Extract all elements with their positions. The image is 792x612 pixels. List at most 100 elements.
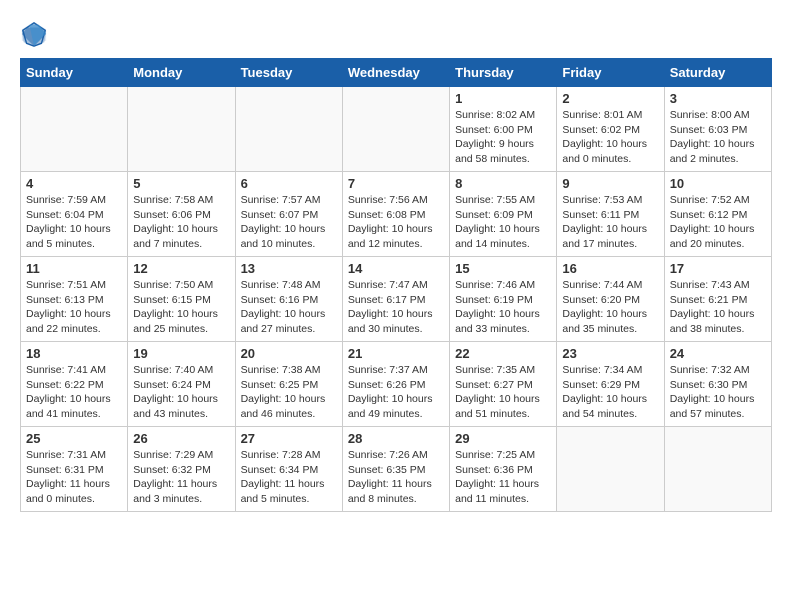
- day-info: Sunrise: 7:59 AM Sunset: 6:04 PM Dayligh…: [26, 193, 122, 252]
- week-row: 4Sunrise: 7:59 AM Sunset: 6:04 PM Daylig…: [21, 172, 772, 257]
- day-number: 12: [133, 261, 229, 276]
- day-number: 17: [670, 261, 766, 276]
- day-of-week-header: Sunday: [21, 59, 128, 87]
- calendar-cell: 4Sunrise: 7:59 AM Sunset: 6:04 PM Daylig…: [21, 172, 128, 257]
- calendar-cell: 20 Sunrise: 7:38 AM Sunset: 6:25 PM Dayli…: [235, 342, 342, 427]
- calendar-cell: 9 Sunrise: 7:53 AM Sunset: 6:11 PM Daylig…: [557, 172, 664, 257]
- calendar-cell: 15 Sunrise: 7:46 AM Sunset: 6:19 PM Dayli…: [450, 257, 557, 342]
- calendar-cell: 6Sunrise: 7:57 AM Sunset: 6:07 PM Daylig…: [235, 172, 342, 257]
- day-info: Sunrise: 7:40 AM Sunset: 6:24 PM Dayligh…: [133, 363, 229, 422]
- calendar-cell: 16 Sunrise: 7:44 AM Sunset: 6:20 PM Dayli…: [557, 257, 664, 342]
- calendar-cell: 14 Sunrise: 7:47 AM Sunset: 6:17 PM Dayli…: [342, 257, 449, 342]
- calendar-cell: 24 Sunrise: 7:32 AM Sunset: 6:30 PM Dayli…: [664, 342, 771, 427]
- day-number: 9: [562, 176, 658, 191]
- calendar-cell: [557, 427, 664, 512]
- week-row: 18 Sunrise: 7:41 AM Sunset: 6:22 PM Dayli…: [21, 342, 772, 427]
- day-number: 11: [26, 261, 122, 276]
- week-row: 11 Sunrise: 7:51 AM Sunset: 6:13 PM Dayli…: [21, 257, 772, 342]
- day-of-week-header: Tuesday: [235, 59, 342, 87]
- day-info: Sunrise: 7:56 AM Sunset: 6:08 PM Dayligh…: [348, 193, 444, 252]
- day-number: 8: [455, 176, 551, 191]
- day-number: 29: [455, 431, 551, 446]
- day-number: 27: [241, 431, 337, 446]
- day-info: Sunrise: 7:25 AM Sunset: 6:36 PM Dayligh…: [455, 448, 551, 507]
- day-number: 15: [455, 261, 551, 276]
- calendar-cell: 13 Sunrise: 7:48 AM Sunset: 6:16 PM Dayli…: [235, 257, 342, 342]
- day-number: 5: [133, 176, 229, 191]
- day-info: Sunrise: 7:55 AM Sunset: 6:09 PM Dayligh…: [455, 193, 551, 252]
- calendar-cell: 10 Sunrise: 7:52 AM Sunset: 6:12 PM Dayli…: [664, 172, 771, 257]
- day-number: 20: [241, 346, 337, 361]
- day-info: Sunrise: 7:44 AM Sunset: 6:20 PM Dayligh…: [562, 278, 658, 337]
- day-info: Sunrise: 7:53 AM Sunset: 6:11 PM Dayligh…: [562, 193, 658, 252]
- calendar-cell: 12 Sunrise: 7:50 AM Sunset: 6:15 PM Dayli…: [128, 257, 235, 342]
- day-info: Sunrise: 7:43 AM Sunset: 6:21 PM Dayligh…: [670, 278, 766, 337]
- day-info: Sunrise: 7:32 AM Sunset: 6:30 PM Dayligh…: [670, 363, 766, 422]
- day-info: Sunrise: 8:02 AM Sunset: 6:00 PM Dayligh…: [455, 108, 551, 167]
- day-info: Sunrise: 7:29 AM Sunset: 6:32 PM Dayligh…: [133, 448, 229, 507]
- calendar-cell: 7 Sunrise: 7:56 AM Sunset: 6:08 PM Daylig…: [342, 172, 449, 257]
- calendar-cell: 26 Sunrise: 7:29 AM Sunset: 6:32 PM Dayli…: [128, 427, 235, 512]
- day-info: Sunrise: 7:41 AM Sunset: 6:22 PM Dayligh…: [26, 363, 122, 422]
- page-header: [20, 20, 772, 48]
- day-number: 3: [670, 91, 766, 106]
- calendar-cell: 17 Sunrise: 7:43 AM Sunset: 6:21 PM Dayli…: [664, 257, 771, 342]
- calendar-cell: 18 Sunrise: 7:41 AM Sunset: 6:22 PM Dayli…: [21, 342, 128, 427]
- calendar-cell: 11 Sunrise: 7:51 AM Sunset: 6:13 PM Dayli…: [21, 257, 128, 342]
- calendar-cell: 5 Sunrise: 7:58 AM Sunset: 6:06 PM Daylig…: [128, 172, 235, 257]
- calendar-cell: 22Sunrise: 7:35 AM Sunset: 6:27 PM Dayli…: [450, 342, 557, 427]
- calendar-cell: 3 Sunrise: 8:00 AM Sunset: 6:03 PM Daylig…: [664, 87, 771, 172]
- day-number: 6: [241, 176, 337, 191]
- day-info: Sunrise: 8:00 AM Sunset: 6:03 PM Dayligh…: [670, 108, 766, 167]
- day-number: 18: [26, 346, 122, 361]
- day-info: Sunrise: 7:26 AM Sunset: 6:35 PM Dayligh…: [348, 448, 444, 507]
- day-number: 13: [241, 261, 337, 276]
- day-of-week-header: Wednesday: [342, 59, 449, 87]
- day-of-week-header: Thursday: [450, 59, 557, 87]
- calendar-cell: [128, 87, 235, 172]
- day-number: 26: [133, 431, 229, 446]
- calendar-cell: 1 Sunrise: 8:02 AM Sunset: 6:00 PM Daylig…: [450, 87, 557, 172]
- day-number: 10: [670, 176, 766, 191]
- day-info: Sunrise: 7:48 AM Sunset: 6:16 PM Dayligh…: [241, 278, 337, 337]
- day-info: Sunrise: 7:34 AM Sunset: 6:29 PM Dayligh…: [562, 363, 658, 422]
- day-number: 19: [133, 346, 229, 361]
- calendar-cell: [342, 87, 449, 172]
- calendar-table: SundayMondayTuesdayWednesdayThursdayFrid…: [20, 58, 772, 512]
- calendar-cell: 28Sunrise: 7:26 AM Sunset: 6:35 PM Dayli…: [342, 427, 449, 512]
- calendar-cell: [235, 87, 342, 172]
- day-number: 25: [26, 431, 122, 446]
- day-number: 14: [348, 261, 444, 276]
- day-info: Sunrise: 7:58 AM Sunset: 6:06 PM Dayligh…: [133, 193, 229, 252]
- week-row: 1 Sunrise: 8:02 AM Sunset: 6:00 PM Daylig…: [21, 87, 772, 172]
- day-info: Sunrise: 7:31 AM Sunset: 6:31 PM Dayligh…: [26, 448, 122, 507]
- calendar-cell: 27 Sunrise: 7:28 AM Sunset: 6:34 PM Dayli…: [235, 427, 342, 512]
- day-info: Sunrise: 7:50 AM Sunset: 6:15 PM Dayligh…: [133, 278, 229, 337]
- day-number: 24: [670, 346, 766, 361]
- day-of-week-header: Friday: [557, 59, 664, 87]
- calendar-cell: 23 Sunrise: 7:34 AM Sunset: 6:29 PM Dayli…: [557, 342, 664, 427]
- day-number: 7: [348, 176, 444, 191]
- calendar-cell: 25 Sunrise: 7:31 AM Sunset: 6:31 PM Dayli…: [21, 427, 128, 512]
- day-of-week-header: Saturday: [664, 59, 771, 87]
- day-info: Sunrise: 7:52 AM Sunset: 6:12 PM Dayligh…: [670, 193, 766, 252]
- day-number: 22: [455, 346, 551, 361]
- week-row: 25 Sunrise: 7:31 AM Sunset: 6:31 PM Dayli…: [21, 427, 772, 512]
- day-number: 2: [562, 91, 658, 106]
- day-number: 23: [562, 346, 658, 361]
- calendar-cell: [21, 87, 128, 172]
- day-number: 21: [348, 346, 444, 361]
- day-number: 16: [562, 261, 658, 276]
- day-number: 1: [455, 91, 551, 106]
- day-of-week-header: Monday: [128, 59, 235, 87]
- day-info: Sunrise: 7:51 AM Sunset: 6:13 PM Dayligh…: [26, 278, 122, 337]
- day-info: Sunrise: 8:01 AM Sunset: 6:02 PM Dayligh…: [562, 108, 658, 167]
- logo-icon: [20, 20, 48, 48]
- day-info: Sunrise: 7:28 AM Sunset: 6:34 PM Dayligh…: [241, 448, 337, 507]
- day-info: Sunrise: 7:37 AM Sunset: 6:26 PM Dayligh…: [348, 363, 444, 422]
- day-info: Sunrise: 7:46 AM Sunset: 6:19 PM Dayligh…: [455, 278, 551, 337]
- day-info: Sunrise: 7:47 AM Sunset: 6:17 PM Dayligh…: [348, 278, 444, 337]
- day-info: Sunrise: 7:38 AM Sunset: 6:25 PM Dayligh…: [241, 363, 337, 422]
- calendar-cell: 2 Sunrise: 8:01 AM Sunset: 6:02 PM Daylig…: [557, 87, 664, 172]
- calendar-header-row: SundayMondayTuesdayWednesdayThursdayFrid…: [21, 59, 772, 87]
